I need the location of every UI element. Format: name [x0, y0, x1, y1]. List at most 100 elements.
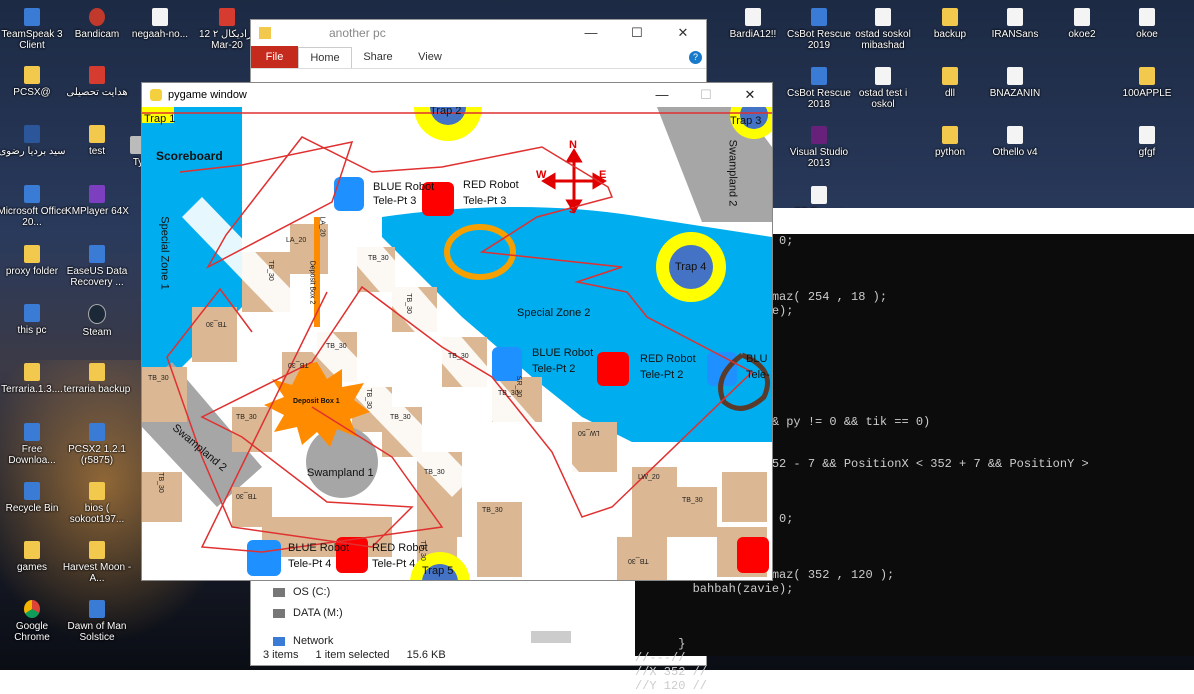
blue-robot-pt1-label: BLU — [746, 353, 768, 365]
tab-home[interactable]: Home — [298, 46, 352, 68]
easeus-icon — [89, 245, 105, 263]
folder-icon — [942, 67, 958, 85]
tab-share[interactable]: Share — [352, 51, 404, 63]
desktop-icon-34[interactable]: BNAZANIN — [980, 67, 1050, 99]
desktop-icon-20[interactable]: games — [0, 541, 67, 573]
desktop-icon-29[interactable]: okoe2 — [1047, 8, 1117, 40]
desktop-icon-2[interactable]: negaah-no... — [125, 8, 195, 40]
desktop-icon-7[interactable]: test — [62, 125, 132, 157]
blue-robot-pt2-sub: Tele-Pt 2 — [532, 363, 576, 375]
desktop-icon-label: Recycle Bin — [5, 503, 59, 514]
desktop-icon-13[interactable]: Steam — [62, 304, 132, 338]
tile-label: TB_30 — [404, 293, 412, 314]
desktop-icon-15[interactable]: terraria backup — [62, 363, 132, 395]
download-icon — [24, 423, 40, 441]
close-button[interactable]: ✕ — [728, 87, 772, 103]
file-icon — [1139, 126, 1155, 144]
deposit-box-1-label: Deposit Box 1 — [293, 398, 340, 405]
desktop-icon-8[interactable]: Microsoft Office 20... — [0, 185, 67, 228]
minimize-button[interactable]: — — [640, 87, 684, 103]
file-icon — [875, 67, 891, 85]
nav-item-os-drive[interactable]: OS (C:) — [273, 586, 330, 598]
special-zone-1-label: Special Zone 1 — [158, 216, 171, 290]
desktop-icon-0[interactable]: TeamSpeak 3 Client — [0, 8, 67, 51]
desktop-icon-label: KMPlayer 64X — [65, 206, 129, 217]
desktop-icon-19[interactable]: bios ( sokoot197... — [62, 482, 132, 525]
desktop-icon-24[interactable]: BardiA12!! — [718, 8, 788, 40]
desktop-icon-35[interactable]: 100APPLE — [1112, 67, 1182, 99]
desktop-icon-27[interactable]: backup — [915, 8, 985, 40]
tile-label: SR_30 — [515, 375, 523, 398]
help-icon[interactable]: ? — [689, 50, 702, 64]
desktop-icon-11[interactable]: EaseUS Data Recovery ... — [62, 245, 132, 288]
compass-s: S — [569, 204, 577, 216]
desktop-icon-18[interactable]: Recycle Bin — [0, 482, 67, 514]
desktop-icon-label: terraria backup — [63, 384, 131, 395]
desktop-icon-39[interactable]: gfgf — [1112, 126, 1182, 158]
visual-studio-icon — [811, 126, 827, 144]
red-robot-pt3-label: RED Robot — [463, 179, 519, 191]
file-icon — [745, 8, 761, 26]
tab-file[interactable]: File — [251, 46, 298, 68]
horizontal-scrollbar[interactable] — [531, 631, 571, 643]
trap-2-label: Trap 2 — [430, 107, 462, 117]
desktop-icon-31[interactable]: CsBot Rescue 2018 — [784, 67, 854, 110]
desktop-icon-label: Free Downloa... — [8, 444, 56, 466]
desktop-icon-4[interactable]: PCSX@ — [0, 66, 67, 98]
special-zone-2-label: Special Zone 2 — [517, 307, 591, 319]
desktop-icon-23[interactable]: Dawn of Man Solstice — [62, 600, 132, 643]
desktop-icon-10[interactable]: proxy folder — [0, 245, 67, 277]
desktop-icon-26[interactable]: ostad soskol mibashad — [848, 8, 918, 51]
red-robot-pt4-sub: Tele-Pt 4 — [372, 558, 416, 570]
desktop-icon-6[interactable]: سید بردیا رضوی — [0, 125, 67, 157]
red-robot-corner — [737, 537, 769, 573]
desktop-icon-21[interactable]: Harvest Moon - A... — [62, 541, 132, 584]
file-icon — [811, 186, 827, 204]
tile-label: TB_30 — [236, 492, 257, 499]
desktop-icon-22[interactable]: Google Chrome — [0, 600, 67, 643]
folder-icon — [89, 541, 105, 559]
nav-item-data-drive[interactable]: DATA (M:) — [273, 607, 343, 619]
red-robot-pt2-sub: Tele-Pt 2 — [640, 369, 684, 381]
close-button[interactable]: ✕ — [660, 25, 706, 41]
blue-robot-pt3-label: BLUE Robot — [373, 181, 435, 193]
desktop-icon-30[interactable]: okoe — [1112, 8, 1182, 40]
nav-item-network[interactable]: Network — [273, 635, 333, 647]
status-item-count: 3 items — [263, 649, 299, 661]
pygame-window: pygame window — ☐ ✕ Trap 1 Trap 2 Trap 3… — [141, 82, 773, 581]
blue-robot-pt2-label: BLUE Robot — [532, 347, 594, 359]
folder-icon — [259, 27, 271, 39]
red-robot-pt3-sub: Tele-Pt 3 — [463, 195, 507, 207]
desktop-icon-12[interactable]: this pc — [0, 304, 67, 336]
desktop-icon-37[interactable]: python — [915, 126, 985, 158]
network-icon — [273, 636, 285, 646]
desktop-icon-label: BardiA12!! — [729, 29, 777, 40]
desktop-icon-1[interactable]: Bandicam — [62, 8, 132, 40]
desktop-icon-label: dll — [944, 88, 955, 99]
desktop-icon-33[interactable]: dll — [915, 67, 985, 99]
desktop-icon-32[interactable]: ostad test i oskol — [848, 67, 918, 110]
desktop-icon-9[interactable]: KMPlayer 64X — [62, 185, 132, 217]
tab-view[interactable]: View — [404, 51, 456, 63]
desktop-icon-17[interactable]: PCSX2 1.2.1 (r5875) — [62, 423, 132, 466]
desktop-icon-25[interactable]: CsBot Rescue 2019 — [784, 8, 854, 51]
desktop-icon-36[interactable]: Visual Studio 2013 — [784, 126, 854, 169]
swampland-1-label: Swampland 1 — [307, 467, 374, 479]
desktop-icon-label: Steam — [82, 327, 112, 338]
desktop-icon-14[interactable]: Terraria.1.3.... — [0, 363, 67, 395]
maximize-button[interactable]: ☐ — [684, 87, 728, 103]
desktop-icon-28[interactable]: IRANSans — [980, 8, 1050, 40]
trap-5-label: Trap 5 — [422, 565, 454, 577]
tile-label: TB_30 — [266, 260, 274, 281]
desktop-icon-label: okoe2 — [1068, 29, 1096, 40]
file-icon — [1139, 8, 1155, 26]
file-icon — [1007, 126, 1023, 144]
desktop-icon-label: IRANSans — [991, 29, 1039, 40]
maximize-button[interactable]: ☐ — [614, 25, 660, 41]
minimize-button[interactable]: — — [568, 25, 614, 41]
desktop-icon-16[interactable]: Free Downloa... — [0, 423, 67, 466]
folder-icon — [24, 245, 40, 263]
desktop-icon-38[interactable]: Othello v4 — [980, 126, 1050, 158]
red-robot-tele-pt2 — [597, 352, 629, 386]
desktop-icon-5[interactable]: هدایت تحصیلی — [62, 66, 132, 98]
